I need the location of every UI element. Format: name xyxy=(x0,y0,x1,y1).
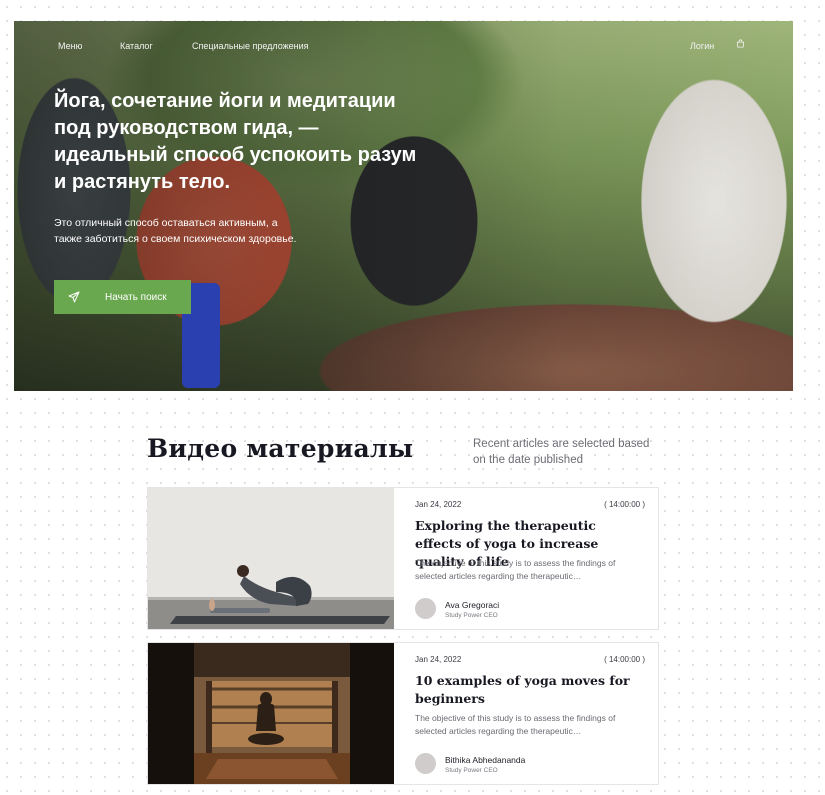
article-body: Jan 24, 2022 ( 14:00:00 ) Exploring the … xyxy=(415,488,645,629)
article-time: ( 14:00:00 ) xyxy=(604,500,645,509)
nav-item-menu[interactable]: Меню xyxy=(58,41,82,51)
avatar xyxy=(415,753,436,774)
article-title[interactable]: 10 examples of yoga moves for beginners xyxy=(415,672,645,708)
author-name: Bithika Abhedananda xyxy=(445,755,526,765)
top-navigation: Меню Каталог Специальные предложения Лог… xyxy=(14,21,793,71)
author-name: Ava Gregoraci xyxy=(445,600,500,610)
article-body: Jan 24, 2022 ( 14:00:00 ) 10 examples of… xyxy=(415,643,645,784)
section-title: Видео материалы xyxy=(147,434,414,463)
article-date: Jan 24, 2022 xyxy=(415,500,462,509)
paper-plane-icon xyxy=(68,291,80,303)
start-search-button[interactable]: Начать поиск xyxy=(54,280,191,314)
nav-item-catalog[interactable]: Каталог xyxy=(120,41,153,51)
author-role: Study Power CEO xyxy=(445,767,498,774)
article-date: Jan 24, 2022 xyxy=(415,655,462,664)
author-role: Study Power CEO xyxy=(445,612,498,619)
shopping-bag-icon[interactable] xyxy=(736,39,745,48)
nav-item-special-offers[interactable]: Специальные предложения xyxy=(192,41,309,51)
article-card[interactable]: Jan 24, 2022 ( 14:00:00 ) 10 examples of… xyxy=(147,642,659,785)
article-time: ( 14:00:00 ) xyxy=(604,655,645,664)
nav-login-link[interactable]: Логин xyxy=(690,41,714,51)
article-description: The objective of this study is to assess… xyxy=(415,713,616,736)
section-note: Recent articles are selected based on th… xyxy=(473,438,650,466)
article-description: The objective of this study is to assess… xyxy=(415,558,616,581)
start-search-label: Начать поиск xyxy=(105,291,167,303)
hero-title: Йога, сочетание йоги и медитации под рук… xyxy=(54,90,417,193)
article-thumbnail xyxy=(148,488,394,629)
hero-subtitle: Это отличный способ оставаться активным,… xyxy=(54,217,297,245)
avatar xyxy=(415,598,436,619)
hero-banner: Меню Каталог Специальные предложения Лог… xyxy=(14,21,793,391)
article-card[interactable]: Jan 24, 2022 ( 14:00:00 ) Exploring the … xyxy=(147,487,659,630)
article-thumbnail xyxy=(148,643,394,784)
